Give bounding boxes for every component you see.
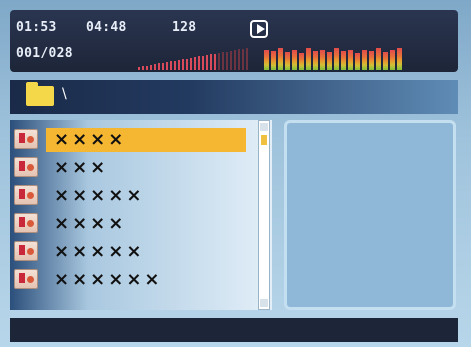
volume-bar	[154, 64, 156, 70]
equalizer-bar	[376, 48, 381, 70]
volume-bar	[238, 49, 240, 70]
music-file-icon	[14, 269, 38, 289]
file-name-box: ××××	[46, 212, 246, 236]
equalizer-bar	[264, 50, 269, 70]
equalizer-bar	[320, 50, 325, 70]
volume-bar	[166, 62, 168, 70]
file-name: ××××	[54, 129, 127, 150]
player-screen: 01:53 04:48 128 001/028 \ ×××× ××× ××××× ××…	[0, 0, 471, 347]
file-name-box: ×××	[46, 156, 246, 180]
volume-bar	[162, 63, 164, 70]
volume-bar	[170, 61, 172, 70]
scroll-up-icon[interactable]	[260, 123, 268, 131]
equalizer-bar	[383, 52, 388, 70]
volume-bar	[142, 66, 144, 70]
volume-bar	[218, 53, 220, 70]
music-file-icon	[14, 129, 38, 149]
play-icon[interactable]	[250, 20, 268, 38]
file-name-box: ×××××	[46, 184, 246, 208]
music-file-icon	[14, 213, 38, 233]
preview-panel	[284, 120, 456, 310]
equalizer-bar	[348, 50, 353, 70]
volume-bar	[186, 59, 188, 70]
scroll-down-icon[interactable]	[260, 299, 268, 307]
volume-bar	[226, 52, 228, 70]
music-file-icon	[14, 241, 38, 261]
equalizer-bar	[271, 51, 276, 70]
current-path: \	[62, 86, 67, 102]
file-name: ×××××	[54, 241, 145, 262]
volume-bar	[206, 55, 208, 70]
file-name: ×××××	[54, 185, 145, 206]
bottom-bar	[10, 318, 458, 342]
bitrate: 128	[172, 20, 197, 35]
volume-bar	[146, 66, 148, 70]
scroll-thumb[interactable]	[261, 135, 267, 145]
elapsed-time: 01:53	[16, 20, 57, 35]
file-list-item[interactable]: ×××××	[14, 184, 248, 208]
volume-bar	[210, 54, 212, 70]
equalizer-bar	[355, 53, 360, 70]
equalizer-bar	[278, 48, 283, 70]
track-counter: 001/028	[16, 46, 73, 61]
status-bar: 01:53 04:48 128 001/028	[10, 10, 458, 72]
volume-bar	[182, 59, 184, 70]
equalizer-bar	[334, 48, 339, 70]
volume-bar	[214, 54, 216, 70]
volume-bar	[246, 48, 248, 70]
file-list-item[interactable]: ×××	[14, 156, 248, 180]
equalizer-bar	[327, 52, 332, 70]
equalizer-bar	[341, 51, 346, 70]
total-time: 04:48	[86, 20, 127, 35]
file-list-item[interactable]: ×××××	[14, 240, 248, 264]
volume-bar	[178, 60, 180, 70]
equalizer-bar	[390, 50, 395, 70]
music-file-icon	[14, 157, 38, 177]
volume-bar	[222, 52, 224, 70]
equalizer-bar	[313, 51, 318, 70]
equalizer-bar	[362, 50, 367, 70]
volume-bar	[194, 57, 196, 70]
volume-bar	[190, 58, 192, 70]
volume-bar	[242, 49, 244, 70]
file-name-box: ××××	[46, 128, 246, 152]
equalizer-bar	[397, 48, 402, 70]
music-file-icon	[14, 185, 38, 205]
equalizer-bar	[285, 52, 290, 70]
file-list-item[interactable]: ××××	[14, 128, 248, 152]
equalizer-bar	[292, 50, 297, 70]
file-list: ×××× ××× ××××× ×××× ××××× ××××××	[10, 120, 272, 310]
file-list-item[interactable]: ××××××	[14, 268, 248, 292]
volume-bar	[158, 63, 160, 70]
file-name: ××××	[54, 213, 127, 234]
equalizer-bar	[299, 53, 304, 70]
file-list-scrollbar[interactable]	[258, 120, 270, 310]
volume-bar	[198, 56, 200, 70]
volume-bar	[230, 51, 232, 70]
file-name-box: ×××××	[46, 240, 246, 264]
volume-bar	[138, 67, 140, 70]
volume-bar	[150, 65, 152, 70]
volume-bar	[202, 56, 204, 70]
file-name: ××××××	[54, 269, 163, 290]
volume-bar	[174, 61, 176, 70]
equalizer-bar	[369, 51, 374, 70]
folder-icon	[26, 82, 54, 106]
file-name-box: ××××××	[46, 268, 246, 292]
path-bar: \	[10, 80, 458, 114]
volume-bar	[234, 50, 236, 70]
equalizer-bar	[306, 48, 311, 70]
file-list-item[interactable]: ××××	[14, 212, 248, 236]
file-name: ×××	[54, 157, 109, 178]
